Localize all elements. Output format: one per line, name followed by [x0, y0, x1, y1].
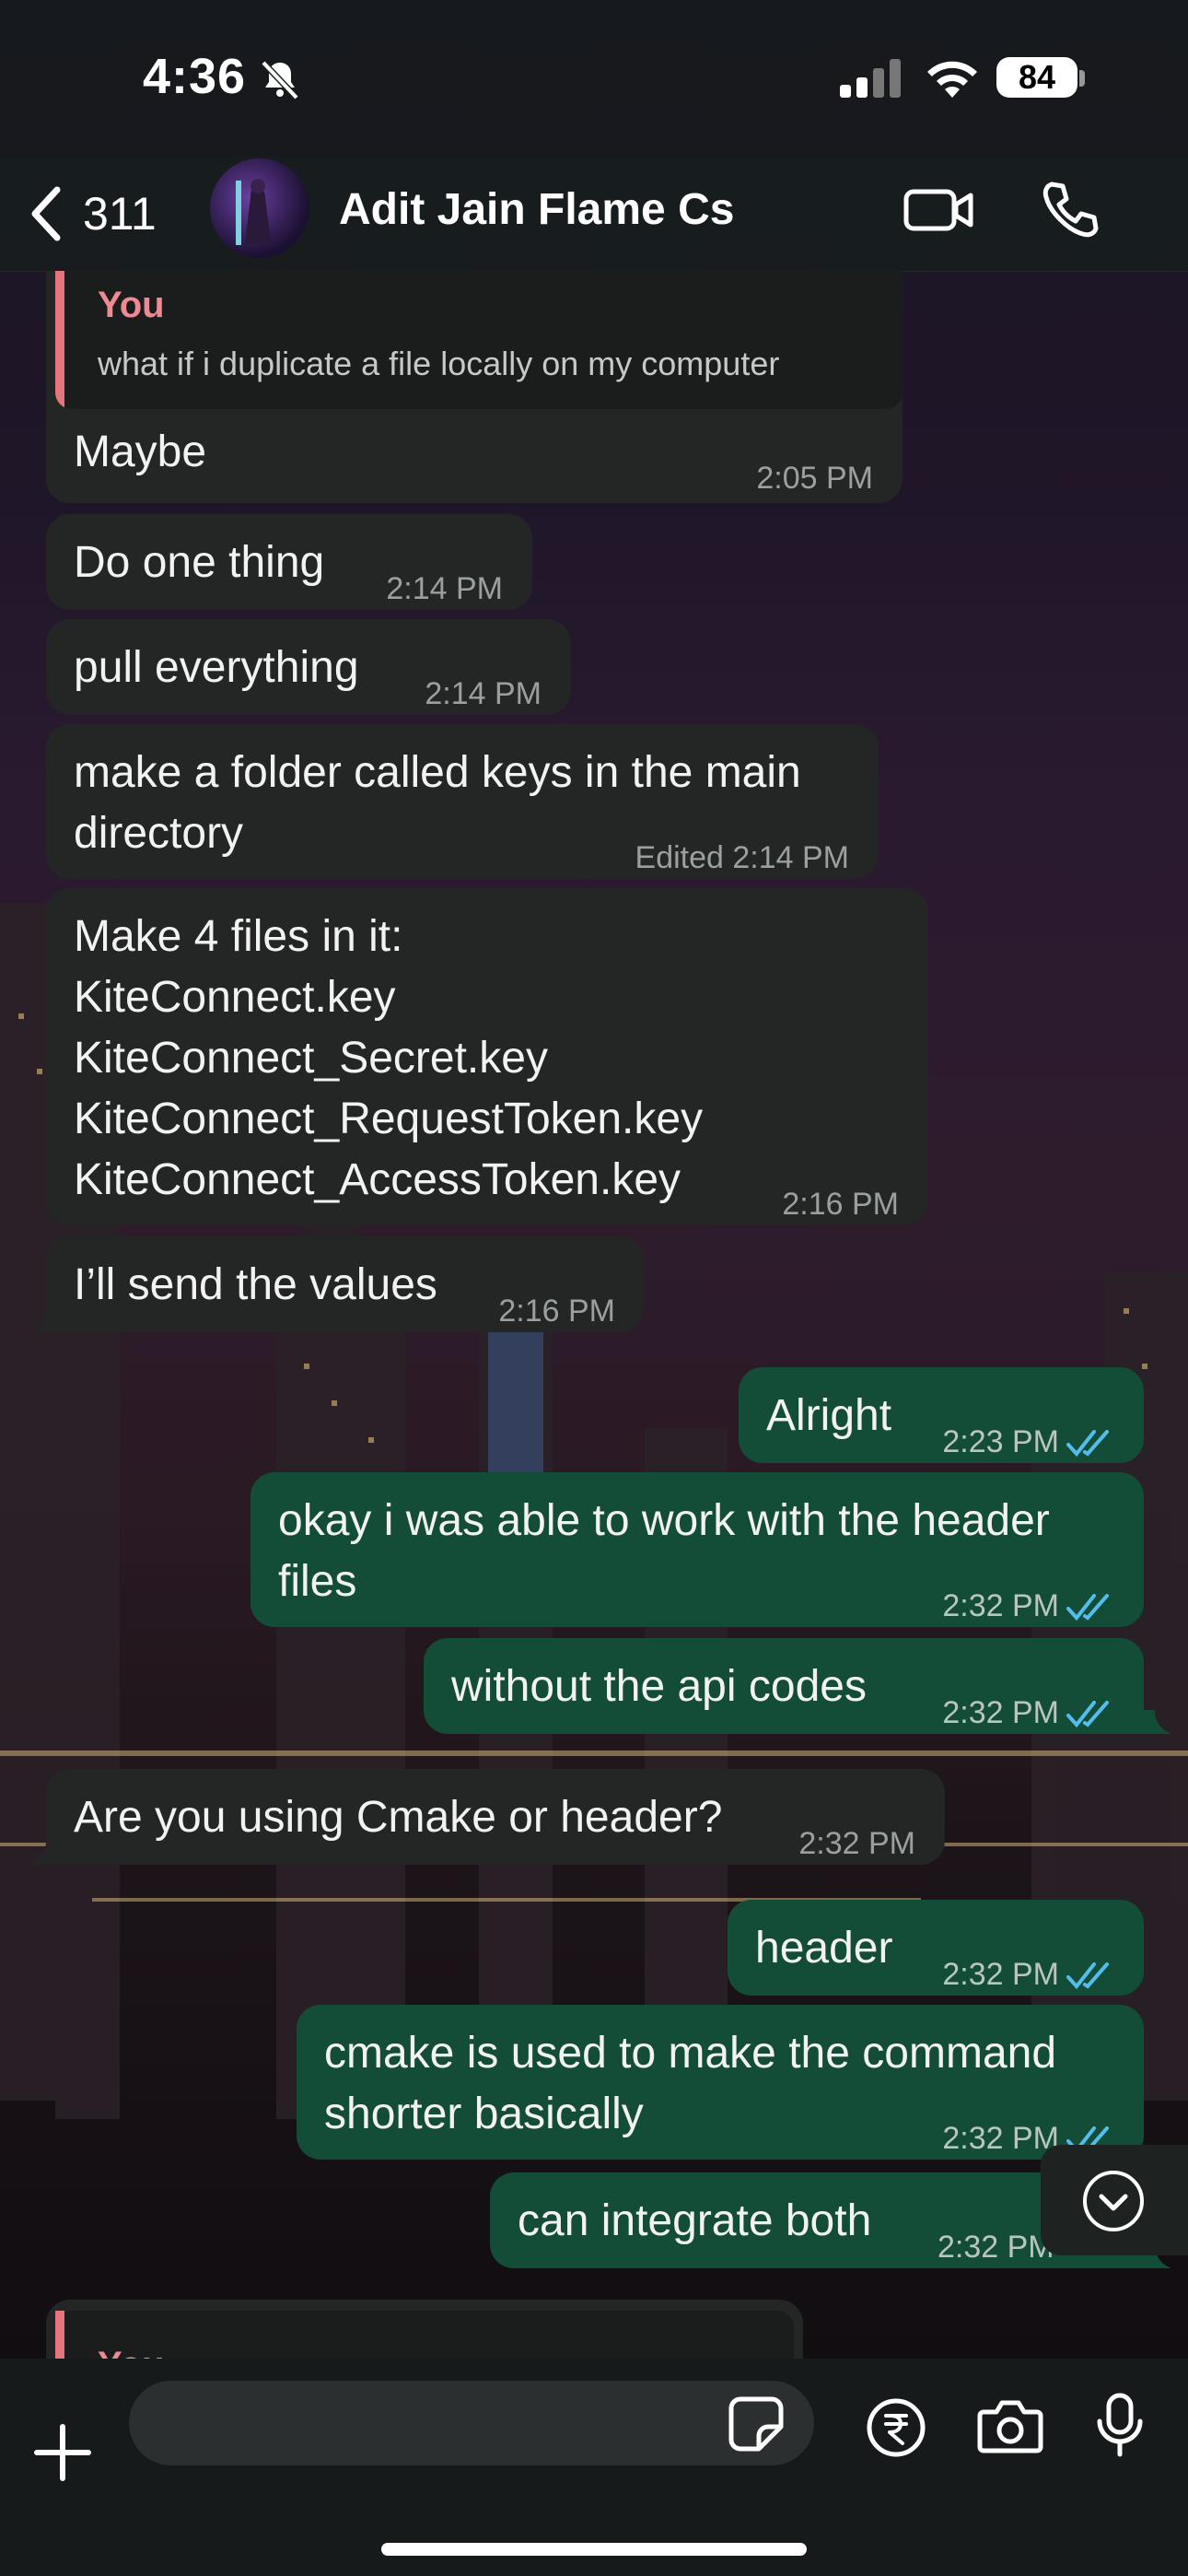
message-composer — [0, 2359, 1188, 2576]
message-time: 2:32 PM — [942, 1682, 1114, 1743]
quote-author: You — [98, 2335, 165, 2359]
message-text: Do one thing — [74, 538, 325, 587]
message-bubble-outgoing[interactable]: Alright 2:23 PM — [739, 1367, 1144, 1463]
message-text: without the api codes — [451, 1662, 867, 1711]
message-text: pull everything — [74, 643, 359, 692]
message-time: 2:05 PM — [756, 461, 873, 496]
message-bubble-incoming[interactable]: You what if i duplicate a file locally o… — [46, 271, 903, 503]
silent-bell-icon — [258, 57, 302, 106]
quoted-message[interactable]: You — [55, 2311, 794, 2359]
unread-count: 311 — [83, 188, 157, 240]
quote-bar — [55, 271, 64, 409]
message-bubble-incoming[interactable]: I’ll send the values 2:16 PM — [46, 1236, 645, 1332]
payment-rupee-icon[interactable] — [866, 2397, 926, 2463]
bubble-tail — [1144, 1710, 1171, 1734]
message-time-text: 2:32 PM — [942, 2121, 1059, 2156]
message-time-text: 2:23 PM — [942, 1424, 1059, 1459]
message-text: okay i was able to work with the header … — [278, 1496, 1050, 1606]
message-text: Are you using Cmake or header? — [74, 1793, 723, 1842]
message-time: 2:14 PM — [425, 676, 542, 711]
quoted-message[interactable]: You what if i duplicate a file locally o… — [55, 271, 903, 409]
message-time: 2:16 PM — [782, 1187, 899, 1222]
scroll-to-bottom-button[interactable] — [1041, 2145, 1188, 2255]
message-bubble-incoming[interactable]: Make 4 files in it: KiteConnect.key Kite… — [46, 888, 928, 1225]
message-text: header — [755, 1924, 893, 1973]
message-time: 2:32 PM — [938, 2230, 1054, 2265]
quote-text: what if i duplicate a file locally on my… — [98, 345, 780, 382]
home-indicator[interactable] — [381, 2543, 807, 2556]
status-time: 4:36 — [143, 49, 247, 104]
message-input[interactable] — [129, 2381, 814, 2465]
message-bubble-outgoing[interactable]: without the api codes 2:32 PM — [424, 1638, 1144, 1734]
battery-cap — [1079, 70, 1085, 87]
message-bubble-outgoing[interactable]: header 2:32 PM — [728, 1900, 1144, 1996]
plus-icon[interactable] — [33, 2423, 92, 2487]
message-bubble-incoming[interactable]: pull everything 2:14 PM — [46, 619, 571, 715]
quote-author: You — [98, 285, 165, 325]
message-time: Edited 2:14 PM — [635, 840, 849, 875]
chat-header: 311 Adit Jain Flame Cs — [0, 157, 1188, 272]
message-bubble-outgoing[interactable]: okay i was able to work with the header … — [250, 1472, 1144, 1627]
camera-icon[interactable] — [976, 2397, 1044, 2461]
bubble-tail — [29, 1841, 57, 1865]
message-time-text: 2:32 PM — [942, 1957, 1059, 1992]
status-bar: 4:36 84 — [0, 0, 1188, 157]
avatar[interactable] — [210, 158, 309, 258]
wifi-icon — [925, 57, 980, 104]
read-receipt-icon — [1066, 1962, 1109, 1990]
message-bubble-incoming[interactable]: make a folder called keys in the main di… — [46, 724, 879, 879]
read-receipt-icon — [1066, 1701, 1109, 1728]
phone-call-icon[interactable] — [1039, 179, 1101, 246]
contact-name[interactable]: Adit Jain Flame Cs — [339, 184, 734, 235]
video-call-icon[interactable] — [903, 181, 976, 244]
microphone-icon[interactable] — [1096, 2392, 1144, 2463]
message-time: 2:32 PM — [798, 1826, 915, 1861]
chevron-left-icon — [31, 186, 61, 241]
message-time-text: 2:32 PM — [942, 1588, 1059, 1623]
message-text: Make 4 files in it: KiteConnect.key Kite… — [74, 912, 704, 1204]
message-bubble-outgoing[interactable]: cmake is used to make the command shorte… — [297, 2005, 1144, 2160]
message-time: 2:14 PM — [386, 571, 503, 606]
sticker-icon[interactable] — [728, 2395, 785, 2457]
message-time: 2:32 PM — [942, 1575, 1114, 1636]
read-receipt-icon — [1066, 1594, 1109, 1622]
chevron-down-circle-icon — [1083, 2171, 1144, 2231]
message-time: 2:16 PM — [498, 1294, 615, 1329]
back-button[interactable]: 311 — [28, 177, 203, 251]
message-time: 2:23 PM — [942, 1411, 1114, 1472]
message-time-text: 2:32 PM — [942, 1695, 1059, 1730]
message-text: I’ll send the values — [74, 1260, 437, 1309]
message-text: can integrate both — [518, 2196, 872, 2245]
message-time: 2:32 PM — [942, 1944, 1114, 2005]
message-text: Alright — [766, 1391, 892, 1440]
message-text: Maybe — [74, 427, 207, 476]
cellular-signal-icon — [840, 59, 904, 102]
bubble-tail — [29, 1308, 57, 1332]
message-bubble-incoming[interactable]: You — [46, 2300, 803, 2359]
message-bubble-incoming[interactable]: Are you using Cmake or header? 2:32 PM — [46, 1769, 945, 1865]
battery-icon: 84 — [996, 57, 1077, 98]
quote-bar — [55, 2311, 64, 2359]
read-receipt-icon — [1066, 1430, 1109, 1458]
message-bubble-incoming[interactable]: Do one thing 2:14 PM — [46, 514, 532, 610]
